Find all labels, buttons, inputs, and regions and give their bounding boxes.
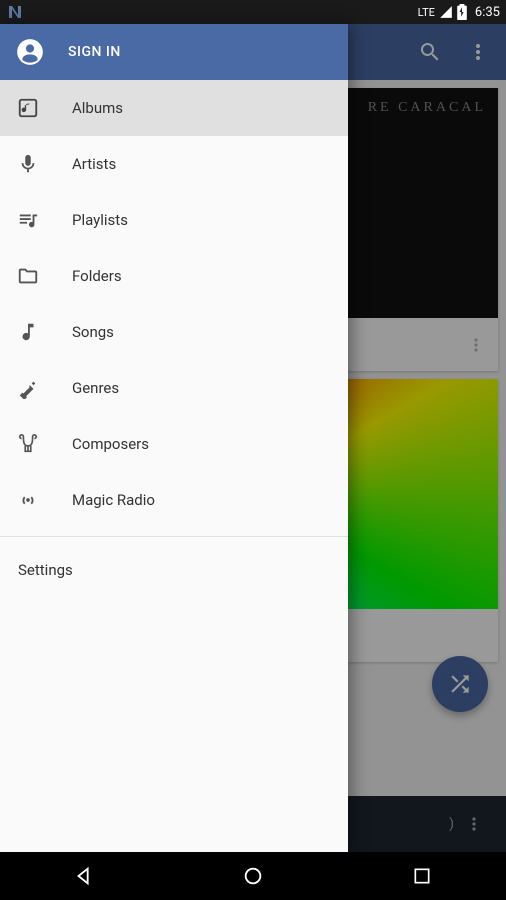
drawer-header[interactable]: SIGN IN [0, 24, 348, 80]
drawer-item-label: Albums [72, 99, 123, 117]
drawer-item-albums[interactable]: Albums [0, 80, 348, 136]
recents-button[interactable] [382, 852, 462, 900]
trumpet-icon [16, 376, 40, 400]
android-n-icon [6, 3, 24, 21]
lyre-icon [16, 432, 40, 456]
android-nav-bar [0, 852, 506, 900]
drawer-item-playlists[interactable]: Playlists [0, 192, 348, 248]
note-icon [16, 320, 40, 344]
drawer-item-label: Genres [72, 379, 119, 397]
status-bar: LTE 6:35 [0, 0, 506, 24]
signal-icon [439, 5, 453, 19]
account-icon [16, 38, 44, 66]
drawer-item-songs[interactable]: Songs [0, 304, 348, 360]
drawer-item-magic-radio[interactable]: Magic Radio [0, 472, 348, 528]
drawer-item-label: Composers [72, 435, 149, 453]
lte-label: LTE [418, 6, 435, 19]
divider [0, 536, 348, 537]
drawer-item-folders[interactable]: Folders [0, 248, 348, 304]
status-icons: LTE 6:35 [418, 4, 500, 20]
drawer-item-genres[interactable]: Genres [0, 360, 348, 416]
recents-icon [412, 866, 432, 886]
drawer-item-composers[interactable]: Composers [0, 416, 348, 472]
album-icon [16, 96, 40, 120]
folder-icon [16, 264, 40, 288]
battery-charging-icon [457, 4, 467, 20]
mic-icon [16, 152, 40, 176]
drawer-item-label: Magic Radio [72, 491, 155, 509]
nav-drawer: SIGN IN Albums Artists Playlists Folders… [0, 24, 348, 852]
clock: 6:35 [475, 5, 500, 20]
back-icon [73, 865, 95, 887]
home-icon [242, 865, 264, 887]
sign-in-label: SIGN IN [68, 44, 121, 60]
home-button[interactable] [213, 852, 293, 900]
drawer-item-label: Playlists [72, 211, 128, 229]
drawer-item-label: Songs [72, 323, 114, 341]
drawer-settings[interactable]: Settings [0, 545, 348, 595]
drawer-item-label: Folders [72, 267, 122, 285]
playlist-icon [16, 208, 40, 232]
radio-icon [16, 488, 40, 512]
drawer-item-artists[interactable]: Artists [0, 136, 348, 192]
back-button[interactable] [44, 852, 124, 900]
drawer-item-label: Artists [72, 155, 116, 173]
